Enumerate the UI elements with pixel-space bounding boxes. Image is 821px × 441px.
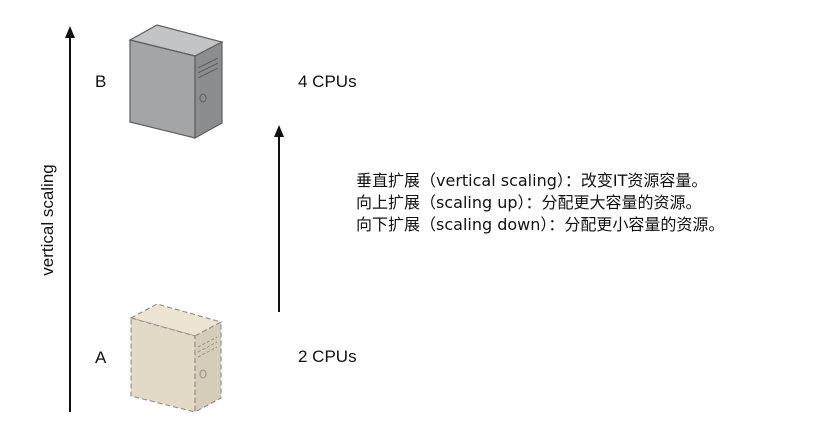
note-vertical-scaling: 垂直扩展（vertical scaling）：改变IT资源容量。 bbox=[356, 171, 708, 190]
vertical-scaling-axis-arrow bbox=[65, 26, 75, 412]
server-b-label: B bbox=[95, 72, 107, 91]
server-a-tower-icon bbox=[129, 303, 223, 414]
server-b-cpus-label: 4 CPUs bbox=[298, 72, 357, 91]
server-b-tower-icon bbox=[128, 24, 224, 140]
server-a-label: A bbox=[95, 348, 107, 367]
diagram-canvas: vertical scaling B A 4 CPUs 2 CPUs 垂直扩展（… bbox=[0, 0, 821, 441]
note-scaling-down: 向下扩展（scaling down）：分配更小容量的资源。 bbox=[356, 215, 725, 234]
vertical-scaling-axis-label: vertical scaling bbox=[38, 164, 57, 276]
server-a-cpus-label: 2 CPUs bbox=[298, 347, 357, 366]
scaling-notes: 垂直扩展（vertical scaling）：改变IT资源容量。 向上扩展（sc… bbox=[356, 170, 724, 236]
note-scaling-up: 向上扩展（scaling up）：分配更大容量的资源。 bbox=[356, 193, 702, 212]
scale-up-arrow bbox=[274, 125, 284, 312]
